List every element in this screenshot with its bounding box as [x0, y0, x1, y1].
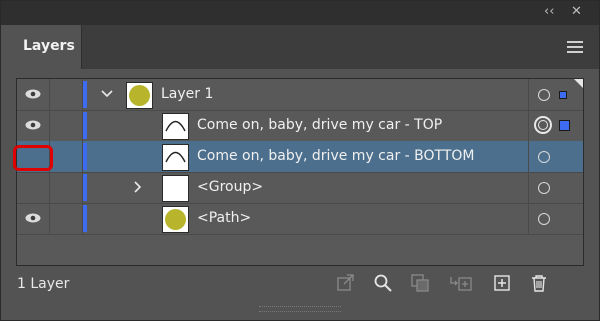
- layer-name[interactable]: Layer 1: [161, 86, 213, 102]
- lock-toggle[interactable]: [50, 110, 83, 141]
- tab-layers-label: Layers: [23, 38, 75, 54]
- eye-icon: [25, 120, 41, 130]
- layer-row[interactable]: Layer 1: [17, 79, 583, 111]
- path-row[interactable]: <Path>: [17, 203, 583, 235]
- sublayer-row[interactable]: Come on, baby, drive my car - TOP: [17, 110, 583, 142]
- item-thumbnail: [162, 175, 189, 202]
- lock-toggle[interactable]: [50, 79, 83, 110]
- eye-icon: [25, 89, 41, 99]
- layers-panel: ‹‹ ✕ Layers Layer 1 Come on, baby, drive…: [0, 0, 600, 321]
- item-name[interactable]: Come on, baby, drive my car - TOP: [197, 117, 442, 133]
- create-sublayer-icon[interactable]: [450, 274, 472, 292]
- trash-icon[interactable]: [530, 274, 548, 292]
- chevron-down-icon[interactable]: [101, 90, 113, 98]
- layer-color-bar: [83, 174, 87, 201]
- target-circle-icon[interactable]: [538, 151, 550, 163]
- item-name[interactable]: <Group>: [197, 179, 263, 195]
- tab-strip: Layers: [1, 25, 599, 69]
- lock-toggle[interactable]: [50, 172, 83, 203]
- target-circle-icon[interactable]: [538, 182, 550, 194]
- item-name[interactable]: <Path>: [197, 210, 251, 226]
- double-chevron-left-icon[interactable]: ‹‹: [544, 5, 554, 19]
- panel-titlebar: ‹‹ ✕: [1, 1, 599, 25]
- make-clipping-mask-icon[interactable]: [411, 274, 429, 292]
- lock-toggle[interactable]: [50, 141, 83, 172]
- layer-thumbnail: [126, 82, 153, 109]
- chevron-right-icon[interactable]: [134, 181, 142, 193]
- layer-color-bar: [83, 112, 87, 139]
- visibility-toggle[interactable]: [17, 203, 50, 234]
- layers-list: Layer 1 Come on, baby, drive my car - TO…: [16, 78, 584, 266]
- layer-count: 1 Layer: [17, 276, 70, 292]
- create-new-layer-icon[interactable]: [493, 274, 511, 292]
- panel-footer: 1 Layer: [1, 266, 599, 300]
- layer-color-bar: [83, 205, 87, 232]
- resize-grip[interactable]: [259, 306, 341, 312]
- lock-toggle[interactable]: [50, 203, 83, 234]
- highlight-annotation: [13, 145, 53, 171]
- target-circle-icon[interactable]: [538, 89, 550, 101]
- selection-indicator-icon[interactable]: [559, 91, 567, 99]
- group-row[interactable]: <Group>: [17, 172, 583, 204]
- item-thumbnail: [162, 206, 189, 233]
- item-thumbnail: [162, 144, 189, 171]
- layer-color-bar: [83, 81, 87, 108]
- collect-for-export-icon[interactable]: [337, 274, 355, 292]
- layer-color-bar: [83, 143, 87, 170]
- item-name[interactable]: Come on, baby, drive my car - BOTTOM: [197, 148, 475, 164]
- search-icon[interactable]: [374, 274, 392, 292]
- corner-triangle-icon: [574, 79, 583, 88]
- visibility-toggle[interactable]: [17, 172, 50, 203]
- close-icon[interactable]: ✕: [571, 5, 582, 19]
- tab-layers[interactable]: Layers: [1, 25, 82, 69]
- sublayer-row-selected[interactable]: Come on, baby, drive my car - BOTTOM: [17, 141, 583, 173]
- target-circle-icon[interactable]: [538, 213, 550, 225]
- item-thumbnail: [162, 113, 189, 140]
- targeted-circle-icon[interactable]: [534, 116, 552, 134]
- selection-indicator-icon[interactable]: [559, 120, 570, 131]
- visibility-toggle[interactable]: [17, 110, 50, 141]
- eye-icon: [25, 213, 41, 223]
- visibility-toggle[interactable]: [17, 79, 50, 110]
- hamburger-menu-icon[interactable]: [567, 41, 583, 53]
